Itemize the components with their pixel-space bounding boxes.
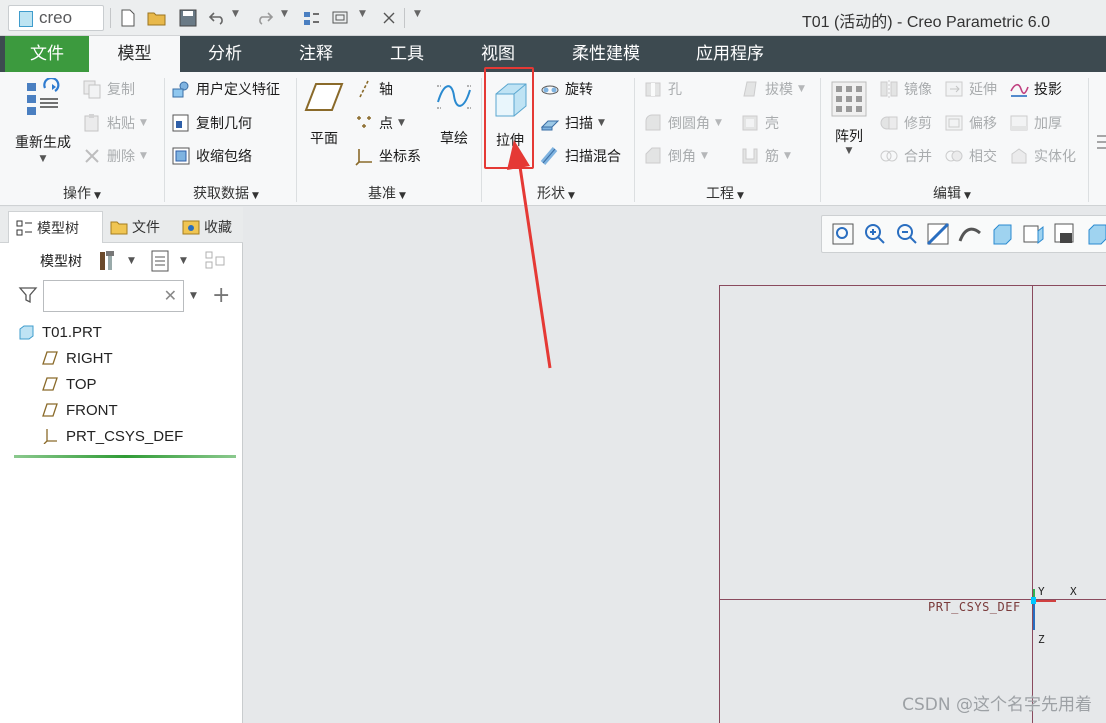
annotation-arrow-icon xyxy=(507,140,552,369)
